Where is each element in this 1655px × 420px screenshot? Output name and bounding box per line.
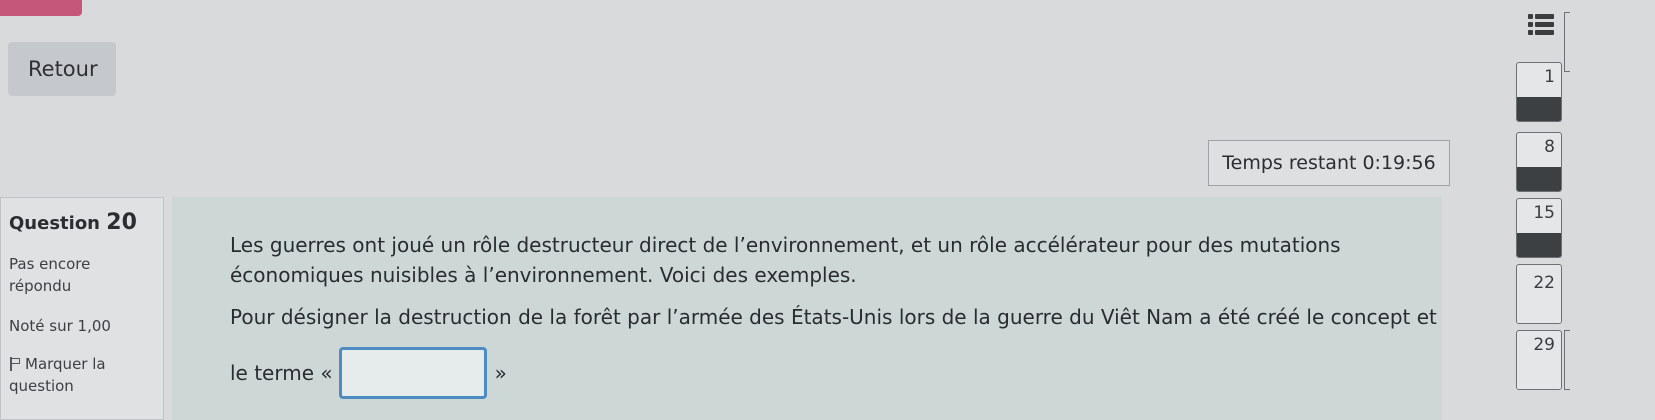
nav-answered-indicator [1517, 97, 1561, 121]
question-title-prefix: Question [9, 213, 100, 234]
question-content: Les guerres ont joué un rôle destructeur… [172, 197, 1442, 420]
question-intro: Les guerres ont joué un rôle destructeur… [230, 233, 1341, 287]
nav-unanswered-indicator [1517, 299, 1561, 323]
quiz-navigation: 1 8 15 22 29 [1516, 0, 1655, 420]
question-number: 20 [106, 210, 137, 235]
flag-question-label: Marquer la question [9, 355, 106, 395]
nav-question-label: 22 [1533, 273, 1555, 293]
nav-answered-indicator [1517, 233, 1561, 257]
blank-before-text: le terme « [230, 361, 333, 385]
blank-after-text: » [494, 361, 507, 385]
nav-question-8[interactable]: 8 [1516, 132, 1562, 192]
nav-unanswered-indicator [1517, 365, 1561, 389]
flag-question-button[interactable]: Marquer la question [9, 353, 155, 397]
nav-answered-indicator [1517, 167, 1561, 191]
nav-question-label: 15 [1533, 203, 1555, 223]
answer-input[interactable] [338, 347, 487, 399]
question-grade: Noté sur 1,00 [9, 317, 111, 335]
nav-question-29[interactable]: 29 [1516, 330, 1562, 390]
nav-question-15[interactable]: 15 [1516, 198, 1562, 258]
question-status: Pas encore répondu [9, 255, 91, 295]
question-info-panel: Question 20 Pas encore répondu Noté sur … [0, 197, 164, 420]
back-button[interactable]: Retour [8, 42, 116, 96]
question-blank-line: le terme « » [230, 347, 507, 399]
nav-question-22[interactable]: 22 [1516, 264, 1562, 324]
nav-question-label: 29 [1533, 335, 1555, 355]
nav-next-column-edge [1564, 12, 1570, 72]
question-sentence: Pour désigner la destruction de la forêt… [230, 305, 1437, 329]
timer: Temps restant 0:19:56 [1208, 140, 1450, 186]
timer-label: Temps restant [1222, 152, 1357, 174]
nav-question-label: 8 [1544, 137, 1555, 157]
nav-question-label: 1 [1544, 67, 1555, 87]
top-accent-bar [0, 0, 82, 16]
question-title: Question 20 [9, 210, 155, 235]
nav-question-1[interactable]: 1 [1516, 62, 1562, 122]
list-icon [1528, 14, 1556, 40]
flag-icon [9, 357, 21, 371]
nav-next-column-edge [1564, 330, 1570, 390]
timer-value: 0:19:56 [1362, 152, 1436, 174]
